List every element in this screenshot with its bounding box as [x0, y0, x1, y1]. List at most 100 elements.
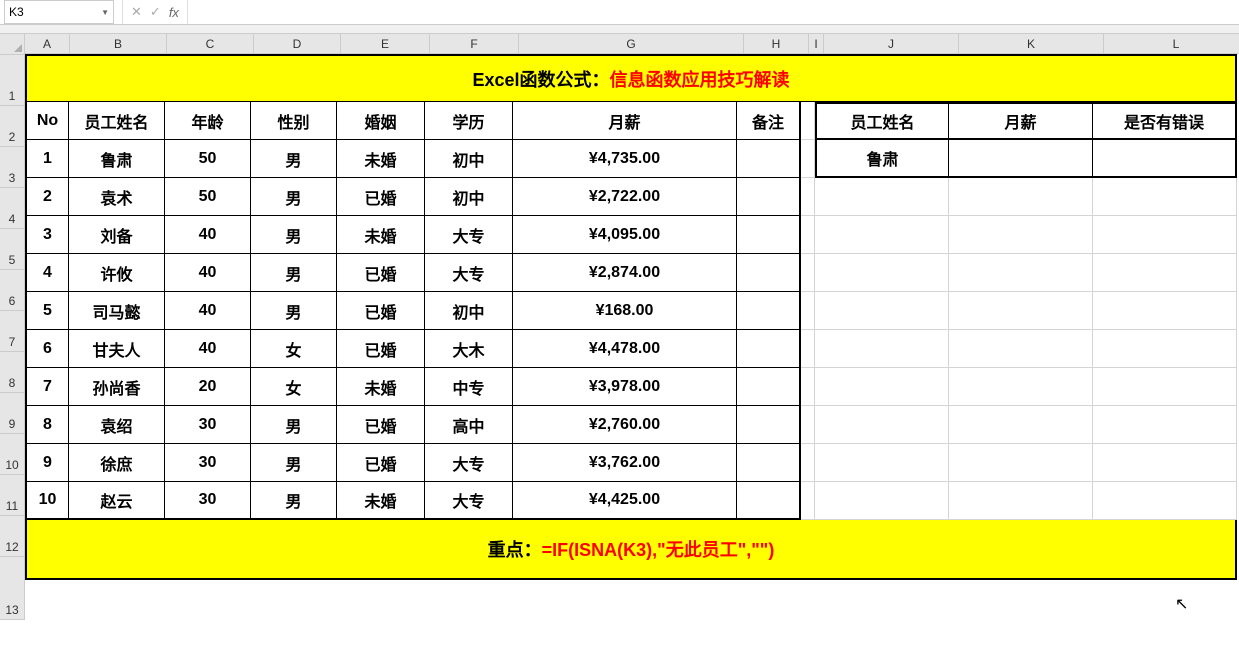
cell-salary[interactable]: ¥4,478.00 [513, 330, 737, 368]
cell-salary[interactable]: ¥2,874.00 [513, 254, 737, 292]
cell-salary[interactable]: ¥3,762.00 [513, 444, 737, 482]
cell-no[interactable]: 5 [25, 292, 69, 330]
cell-gender[interactable]: 女 [251, 330, 337, 368]
cell-note[interactable] [737, 368, 801, 406]
cell-education[interactable]: 大专 [425, 216, 513, 254]
col-header[interactable]: J [824, 34, 959, 54]
cell-age[interactable]: 30 [165, 444, 251, 482]
empty-cell[interactable] [801, 102, 815, 140]
empty-cell[interactable] [801, 216, 815, 254]
cell-gender[interactable]: 男 [251, 444, 337, 482]
cell-salary[interactable]: ¥4,425.00 [513, 482, 737, 520]
cell-salary[interactable]: ¥3,978.00 [513, 368, 737, 406]
cell-no[interactable]: 7 [25, 368, 69, 406]
cell-marriage[interactable]: 已婚 [337, 292, 425, 330]
cell-no[interactable]: 3 [25, 216, 69, 254]
empty-cell[interactable] [949, 482, 1093, 520]
cell-age[interactable]: 40 [165, 292, 251, 330]
cell-gender[interactable]: 男 [251, 406, 337, 444]
empty-cell[interactable] [815, 482, 949, 520]
header-age[interactable]: 年龄 [165, 102, 251, 140]
cell-name[interactable]: 甘夫人 [69, 330, 165, 368]
col-header[interactable]: G [519, 34, 744, 54]
empty-cell[interactable] [1093, 292, 1237, 330]
header-education[interactable]: 学历 [425, 102, 513, 140]
empty-cell[interactable] [949, 216, 1093, 254]
empty-cell[interactable] [1093, 368, 1237, 406]
cell-no[interactable]: 1 [25, 140, 69, 178]
empty-cell[interactable] [949, 178, 1093, 216]
lookup-salary-cell[interactable] [949, 140, 1093, 178]
empty-cell[interactable] [801, 178, 815, 216]
row-header[interactable]: 4 [0, 188, 25, 229]
cell-note[interactable] [737, 216, 801, 254]
header-note[interactable]: 备注 [737, 102, 801, 140]
empty-cell[interactable] [801, 406, 815, 444]
col-header[interactable]: B [70, 34, 167, 54]
cell-note[interactable] [737, 406, 801, 444]
empty-cell[interactable] [801, 254, 815, 292]
col-header[interactable]: A [25, 34, 70, 54]
cell-education[interactable]: 初中 [425, 292, 513, 330]
row-header[interactable]: 10 [0, 434, 25, 475]
dropdown-arrow-icon[interactable]: ▼ [101, 8, 109, 17]
cell-marriage[interactable]: 已婚 [337, 444, 425, 482]
cell-marriage[interactable]: 未婚 [337, 140, 425, 178]
row-header[interactable]: 9 [0, 393, 25, 434]
empty-cell[interactable] [815, 330, 949, 368]
row-header[interactable]: 3 [0, 147, 25, 188]
col-header[interactable]: L [1104, 34, 1239, 54]
row-header[interactable]: 13 [0, 557, 25, 620]
cell-marriage[interactable]: 已婚 [337, 330, 425, 368]
cell-education[interactable]: 大木 [425, 330, 513, 368]
empty-cell[interactable] [801, 444, 815, 482]
header-lookup-salary[interactable]: 月薪 [949, 102, 1093, 140]
empty-cell[interactable] [949, 368, 1093, 406]
cell-name[interactable]: 徐庶 [69, 444, 165, 482]
header-salary[interactable]: 月薪 [513, 102, 737, 140]
cell-marriage[interactable]: 未婚 [337, 216, 425, 254]
cell-note[interactable] [737, 178, 801, 216]
empty-cell[interactable] [1093, 330, 1237, 368]
cell-salary[interactable]: ¥4,735.00 [513, 140, 737, 178]
cell-name[interactable]: 刘备 [69, 216, 165, 254]
col-header[interactable]: F [430, 34, 519, 54]
empty-cell[interactable] [1093, 406, 1237, 444]
cell-education[interactable]: 大专 [425, 254, 513, 292]
cell-age[interactable]: 30 [165, 406, 251, 444]
row-header[interactable]: 8 [0, 352, 25, 393]
row-header[interactable]: 12 [0, 516, 25, 557]
cell-salary[interactable]: ¥2,722.00 [513, 178, 737, 216]
col-header[interactable]: D [254, 34, 341, 54]
cell-age[interactable]: 40 [165, 330, 251, 368]
empty-cell[interactable] [815, 444, 949, 482]
cell-age[interactable]: 30 [165, 482, 251, 520]
lookup-error-cell[interactable] [1093, 140, 1237, 178]
cell-education[interactable]: 中专 [425, 368, 513, 406]
empty-cell[interactable] [815, 254, 949, 292]
cell-marriage[interactable]: 未婚 [337, 368, 425, 406]
formula-input[interactable] [187, 0, 1239, 24]
name-box[interactable]: K3 ▼ [4, 0, 114, 24]
cell-note[interactable] [737, 444, 801, 482]
empty-cell[interactable] [801, 368, 815, 406]
header-name[interactable]: 员工姓名 [69, 102, 165, 140]
cell-name[interactable]: 袁绍 [69, 406, 165, 444]
cell-name[interactable]: 孙尚香 [69, 368, 165, 406]
empty-cell[interactable] [1093, 216, 1237, 254]
cell-marriage[interactable]: 未婚 [337, 482, 425, 520]
empty-cell[interactable] [1093, 254, 1237, 292]
footer-cell[interactable]: 重点：=IF(ISNA(K3),"无此员工","") [25, 520, 1237, 580]
confirm-icon[interactable]: ✓ [150, 4, 161, 20]
empty-cell[interactable] [815, 406, 949, 444]
col-header[interactable]: H [744, 34, 809, 54]
empty-cell[interactable] [949, 292, 1093, 330]
cell-name[interactable]: 许攸 [69, 254, 165, 292]
cell-no[interactable]: 4 [25, 254, 69, 292]
cell-no[interactable]: 2 [25, 178, 69, 216]
empty-cell[interactable] [815, 292, 949, 330]
cell-education[interactable]: 大专 [425, 444, 513, 482]
row-header[interactable]: 11 [0, 475, 25, 516]
empty-cell[interactable] [815, 216, 949, 254]
row-header[interactable]: 5 [0, 229, 25, 270]
